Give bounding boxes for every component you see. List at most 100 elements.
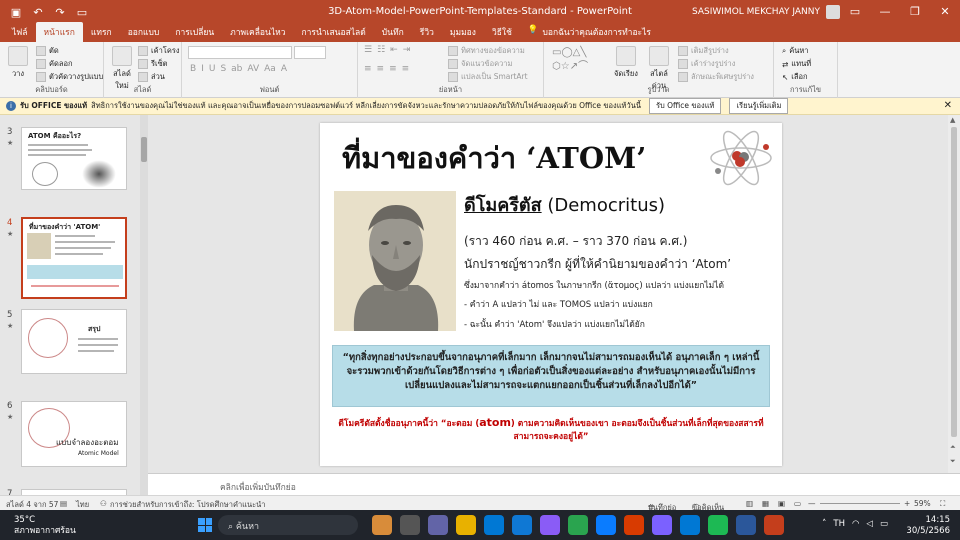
app-icon[interactable] [652,515,672,535]
normal-view-icon[interactable]: ▥ [746,499,753,508]
zoom-in-icon[interactable]: + [904,499,910,508]
teams-icon[interactable] [428,515,448,535]
minimize-icon[interactable]: — [870,0,900,24]
tab-insert[interactable]: แทรก [83,22,120,42]
task-view-icon[interactable] [400,515,420,535]
etymology-line[interactable]: ซึ่งมาจากคำว่า átomos ในภาษากรีก (ἄτομος… [464,278,724,292]
zoom-level[interactable]: 59% [914,499,931,508]
slide-thumbnail-4[interactable]: ที่มาของคำว่า 'ATOM' [21,217,127,299]
app-icon[interactable] [540,515,560,535]
tell-me-search[interactable]: 💡 บอกฉันว่าคุณต้องการทำอะไร [520,22,659,42]
align-center-icon[interactable]: ≡ [377,64,385,74]
slide-thumbnail-3[interactable]: ATOM คืออะไร? [21,127,127,190]
powerpoint-icon[interactable] [624,515,644,535]
close-icon[interactable]: ✕ [930,0,960,24]
avatar[interactable] [826,5,840,19]
account-area[interactable]: SASIWIMOL MEKCHAY JANNY [692,5,840,19]
clock[interactable]: 14:15 30/5/2566 [906,515,950,537]
format-painter-button[interactable]: ตัวคัดวางรูปแบบ [36,71,103,83]
life-dates[interactable]: (ราว 460 ก่อน ค.ศ. – ราว 370 ก่อน ค.ศ.) [464,232,687,251]
align-right-icon[interactable]: ≡ [389,64,397,74]
zoom-out-icon[interactable]: — [808,499,816,508]
slide-scrollbar[interactable]: ▲ ⏶ ⏷ [948,115,960,473]
definition-line[interactable]: นักปราชญ์ชาวกรีก ผู้ที่ให้คำนิยามของคำว่… [464,255,731,274]
tab-review[interactable]: รีวิว [412,22,442,42]
thumbnail-scrollbar[interactable] [140,115,148,495]
strikethrough-icon[interactable]: ab [231,64,242,74]
undo-icon[interactable]: ↶ [30,6,46,19]
word-icon[interactable] [736,515,756,535]
chrome-icon[interactable] [708,515,728,535]
smartart-button[interactable]: แปลงเป็น SmartArt [448,71,528,83]
tab-slideshow[interactable]: การนำเสนอสไลด์ [294,22,374,42]
slide-thumbnail-6[interactable]: แบบจำลองอะตอม Atomic Model [21,401,127,467]
file-explorer-icon[interactable] [456,515,476,535]
chrome-icon[interactable] [568,515,588,535]
democritus-name[interactable]: ดีโมครีตัส (Democritus) [464,190,665,219]
bullet-meaning[interactable]: - คำว่า A แปลว่า ไม่ และ TOMOS แปลว่า แบ… [464,297,653,311]
italic-icon[interactable]: I [201,64,204,74]
font-name-input[interactable] [188,46,292,59]
bullets-icon[interactable]: ☰ [364,45,372,55]
spelling-icon[interactable]: ▤ [60,499,67,508]
edge-icon[interactable] [680,515,700,535]
underline-icon[interactable]: U [209,64,216,74]
save-icon[interactable]: ▣ [8,6,24,19]
find-button[interactable]: ⌕ ค้นหา [782,45,809,57]
replace-button[interactable]: ⇄ แทนที่ [782,58,811,70]
restore-icon[interactable]: ❐ [900,0,930,24]
taskbar-search[interactable]: ⌕ ค้นหา [218,515,358,535]
dropbox-icon[interactable] [484,515,504,535]
messenger-icon[interactable] [596,515,616,535]
bold-icon[interactable]: B [190,64,196,74]
ribbon-display-icon[interactable]: ▭ [840,0,870,24]
tab-transitions[interactable]: การเปลี่ยน [167,22,222,42]
section-button[interactable]: ส่วน [138,71,165,83]
chevron-up-icon[interactable]: ˄ [822,519,826,529]
shape-effects-button[interactable]: ลักษณะพิเศษรูปร่าง [678,71,754,83]
redo-icon[interactable]: ↷ [52,6,68,19]
copy-button[interactable]: คัดลอก [36,58,73,70]
align-left-icon[interactable]: ≡ [364,64,372,74]
arrange-button[interactable]: จัดเรียง [612,44,640,80]
present-icon[interactable]: ▭ [74,6,90,19]
previous-slide-icon[interactable]: ⏶ [950,443,956,452]
fit-to-window-icon[interactable]: ⛶ [940,499,945,509]
char-spacing-icon[interactable]: AV [247,64,259,74]
learn-more-button[interactable]: เรียนรู้เพิ่มเติม [729,98,789,114]
tab-help[interactable]: วิธีใช้ [484,22,520,42]
tab-design[interactable]: ออกแบบ [120,22,168,42]
tab-view[interactable]: มุมมอง [442,22,484,42]
select-button[interactable]: ↖ เลือก [782,71,808,83]
shape-fill-button[interactable]: เติมสีรูปร่าง [678,45,729,57]
tab-file[interactable]: ไฟล์ [4,22,36,42]
slide-sorter-icon[interactable]: ▦ [762,499,769,508]
store-icon[interactable] [512,515,532,535]
language-indicator[interactable]: TH [833,519,845,529]
shapes-gallery[interactable]: ▭◯△╲ ⬡☆↗⌒ [552,46,610,76]
align-text-button[interactable]: จัดแนวข้อความ [448,58,512,70]
powerpoint-active-icon[interactable] [764,515,784,535]
quote-box[interactable]: “ทุกสิ่งทุกอย่างประกอบขึ้นจากอนุภาคที่เล… [332,345,770,407]
battery-icon[interactable]: ▭ [880,519,888,529]
slide-thumbnail-5[interactable]: สรุป [21,309,127,374]
font-color-icon[interactable]: A [281,64,287,74]
tab-animations[interactable]: ภาพเคลื่อนไหว [222,22,293,42]
start-button[interactable] [198,518,212,532]
current-slide[interactable]: ที่มาของคำว่า ‘ATOM’ ดีโมครีตัส (Democri… [320,123,782,466]
numbering-icon[interactable]: ☷ [377,45,385,55]
shape-outline-button[interactable]: เค้าร่างรูปร่าง [678,58,735,70]
increase-indent-icon[interactable]: ⇥ [403,45,411,55]
slide-title[interactable]: ที่มาของคำว่า ‘ATOM’ [342,135,646,181]
close-icon[interactable]: ✕ [944,100,952,111]
reset-button[interactable]: รีเซ็ต [138,58,168,70]
next-slide-icon[interactable]: ⏷ [950,457,956,466]
zoom-slider[interactable] [820,503,900,504]
atom-naming-note[interactable]: ดีโมครีตัสตั้งชื่ออนุภาคนี้ว่า “อะตอม (a… [336,415,766,443]
justify-icon[interactable]: ≡ [402,64,410,74]
shadow-icon[interactable]: S [220,64,226,74]
weather-widget[interactable]: 35°C สภาพอากาศร้อน [14,515,76,536]
paste-button[interactable]: วาง [4,44,32,80]
slideshow-icon[interactable]: ▭ [794,499,801,508]
app-icon[interactable] [372,515,392,535]
